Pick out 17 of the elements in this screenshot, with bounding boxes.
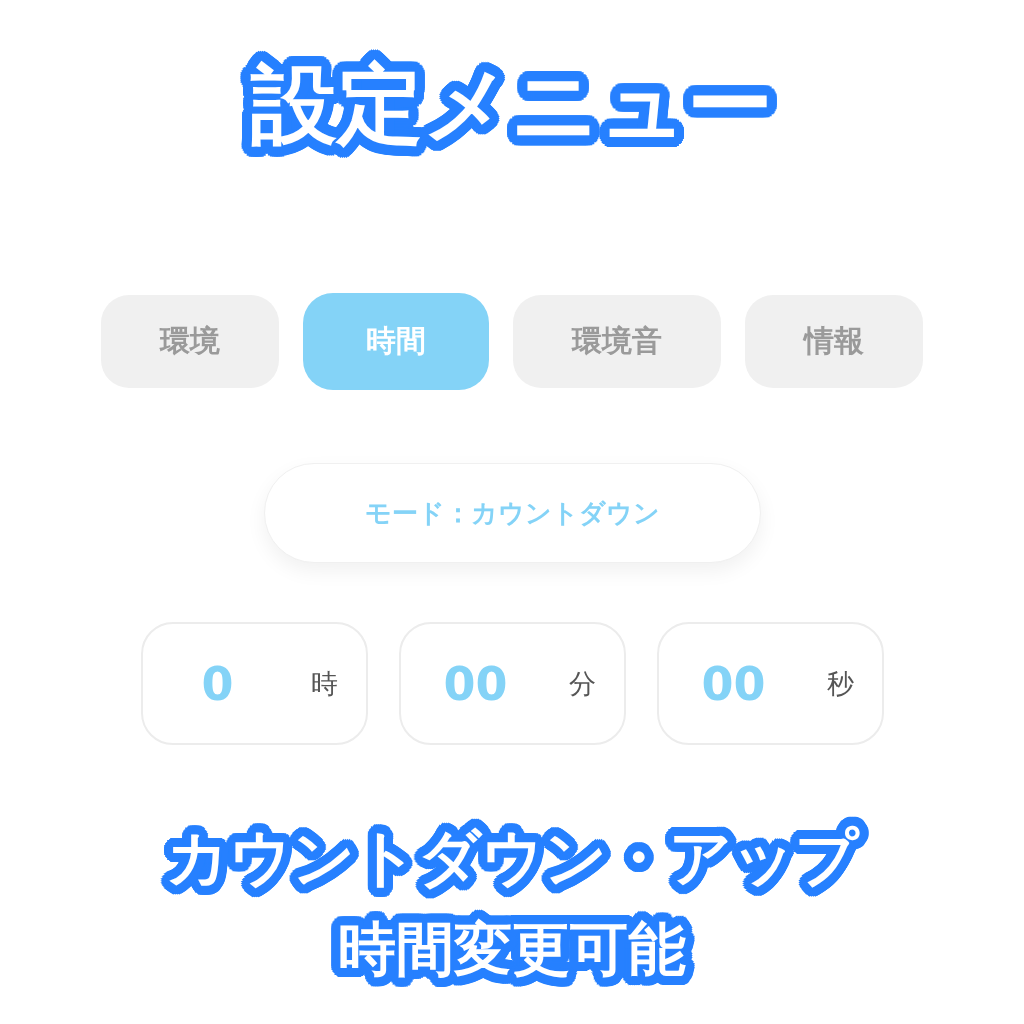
time-unit-label: 時 [309,666,338,701]
time-unit-label: 分 [567,666,596,701]
time-value: 00 [701,656,766,711]
caption-headline: カウントダウン・アップ [155,811,869,905]
menu-title: 設定メニュー [239,46,785,162]
time-value: 0 [201,656,234,711]
tab[interactable]: 情報 [745,295,923,388]
time-value: 00 [443,656,508,711]
caption-subline: 時間変更可能 [327,905,697,993]
time-field[interactable]: 00 秒 [656,622,884,745]
mode-button[interactable]: モード：カウントダウン [263,463,761,563]
time-unit-label: 秒 [825,666,854,701]
time-field[interactable]: 0 時 [140,622,368,745]
tab[interactable]: 時間 [303,293,489,390]
tab[interactable]: 環境音 [513,295,721,388]
tab[interactable]: 環境 [101,295,279,388]
time-field[interactable]: 00 分 [398,622,626,745]
